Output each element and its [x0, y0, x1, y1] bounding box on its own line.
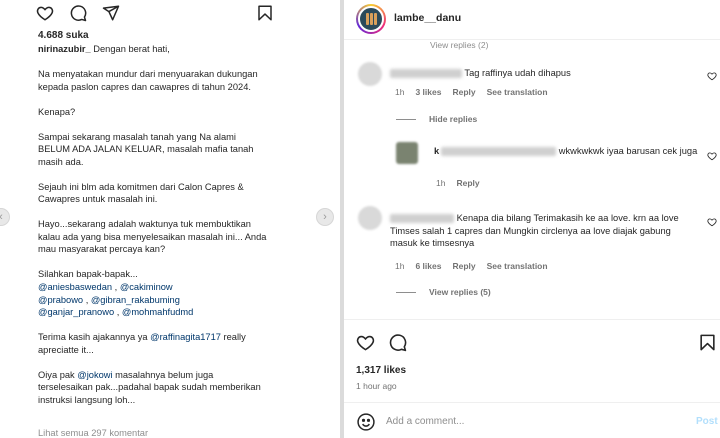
- comment-1-text: Tag raffinya udah dihapus: [464, 68, 571, 78]
- reply-1-text: wkwkwkwk iyaa barusan cek juga: [558, 146, 698, 156]
- caption-username[interactable]: nirinazubir_: [38, 44, 91, 54]
- avatar-image: [358, 6, 384, 32]
- mention-link[interactable]: @raffinagita1717: [150, 332, 221, 342]
- header-username[interactable]: lambe__danu: [394, 12, 461, 24]
- comment-2-body: Kenapa dia bilang Terimakasih ke aa love…: [390, 212, 700, 250]
- caption-paragraph-3: Sampai sekarang masalah tanah yang Na al…: [38, 131, 254, 167]
- caption-mentions-paragraph: Silahkan bapak-bapak... @aniesbaswedan ,…: [38, 268, 270, 318]
- post-caption: nirinazubir_ Dengan berat hati, Na menya…: [38, 43, 270, 419]
- commenter-username-blurred[interactable]: [390, 69, 462, 79]
- mention-link[interactable]: @prabowo: [38, 295, 83, 305]
- mention-link[interactable]: @mohmahfudmd: [122, 307, 193, 317]
- caption-paragraph-1: Na menyatakan mundur dari menyuarakan du…: [38, 68, 258, 92]
- reply-button[interactable]: Reply: [456, 178, 479, 188]
- see-translation-button[interactable]: See translation: [487, 261, 548, 271]
- right-post-panel: lambe__danu View replies (2) Tag raffiny…: [344, 0, 720, 438]
- post-comment-button[interactable]: Post: [696, 416, 718, 427]
- section-divider: [344, 402, 720, 403]
- mention-separator: ,: [112, 282, 120, 293]
- comment-icon[interactable]: [388, 333, 407, 352]
- next-arrow-icon[interactable]: ›: [316, 208, 334, 226]
- mention-link[interactable]: @cakiminow: [120, 282, 173, 292]
- reply-1-body: k wkwkwkwk iyaa barusan cek juga: [434, 145, 706, 158]
- comment-icon[interactable]: [69, 4, 87, 22]
- comment-2-meta: 1h 6 likes Reply See translation: [395, 261, 559, 271]
- bookmark-icon[interactable]: [698, 333, 717, 352]
- bookmark-icon[interactable]: [256, 4, 274, 22]
- see-translation-button[interactable]: See translation: [487, 87, 548, 97]
- comment-likes[interactable]: 3 likes: [415, 87, 441, 97]
- mention-separator: ,: [83, 294, 91, 305]
- mention-link[interactable]: @ganjar_pranowo: [38, 307, 114, 317]
- caption-paragraph-2: Kenapa?: [38, 106, 76, 117]
- comment-like-heart-icon[interactable]: [707, 71, 717, 81]
- comment-like-heart-icon[interactable]: [707, 217, 717, 227]
- reply-time[interactable]: 1h: [436, 178, 445, 188]
- comment-1-body: Tag raffinya udah dihapus: [390, 67, 690, 80]
- heart-icon[interactable]: [36, 4, 54, 22]
- caption-paragraph-6: Silahkan bapak-bapak...: [38, 269, 138, 280]
- thread-line: [396, 292, 416, 293]
- reply-button[interactable]: Reply: [452, 261, 475, 271]
- reply-username[interactable]: k: [434, 146, 439, 156]
- add-comment-input[interactable]: Add a comment...: [386, 416, 464, 427]
- right-action-bar: [356, 333, 720, 353]
- post-header: lambe__danu: [344, 0, 720, 40]
- profile-avatar[interactable]: [356, 4, 386, 34]
- reply-avatar[interactable]: [396, 142, 418, 164]
- reply-like-heart-icon[interactable]: [707, 151, 717, 161]
- caption-paragraph-7: Terima kasih ajakannya ya @raffinagita17…: [38, 331, 270, 356]
- commenter-username-blurred[interactable]: [390, 214, 454, 224]
- post-time[interactable]: 1 hour ago: [356, 381, 397, 391]
- caption-text: Oiya pak: [38, 369, 78, 380]
- reply-username-blurred[interactable]: [441, 147, 557, 157]
- commenter-avatar[interactable]: [358, 206, 382, 230]
- reply-1-meta: 1h Reply: [436, 178, 491, 188]
- view-all-comments-link[interactable]: Lihat semua 297 komentar: [38, 428, 148, 438]
- caption-first-text: Dengan berat hati,: [93, 44, 170, 54]
- heart-icon[interactable]: [356, 333, 375, 352]
- caption-line-1: nirinazubir_ Dengan berat hati,: [38, 43, 270, 56]
- comment-1-meta: 1h 3 likes Reply See translation: [395, 87, 559, 97]
- section-divider: [344, 319, 720, 320]
- caption-paragraph-5: Hayo...sekarang adalah waktunya tuk memb…: [38, 219, 267, 255]
- view-replies-button[interactable]: View replies (5): [429, 287, 491, 297]
- caption-text: Terima kasih ajakannya ya: [38, 332, 151, 343]
- thread-line: [396, 119, 416, 120]
- left-likes-count[interactable]: 4.688 suka: [38, 30, 89, 41]
- commenter-avatar[interactable]: [358, 62, 382, 86]
- view-replies-link-top[interactable]: View replies (2): [430, 40, 488, 50]
- left-action-bar: [36, 4, 276, 24]
- caption-paragraph-8: Oiya pak @jokowi masalahnya belum juga t…: [38, 369, 270, 407]
- comment-likes[interactable]: 6 likes: [415, 261, 441, 271]
- reply-button[interactable]: Reply: [452, 87, 475, 97]
- caption-paragraph-4: Sejauh ini blm ada komitmen dari Calon C…: [38, 181, 244, 205]
- prev-arrow-icon[interactable]: ‹: [0, 208, 10, 226]
- comment-time[interactable]: 1h: [395, 261, 404, 271]
- emoji-icon[interactable]: [356, 412, 376, 432]
- left-post-panel: 4.688 suka nirinazubir_ Dengan berat hat…: [0, 0, 340, 438]
- comment-time[interactable]: 1h: [395, 87, 404, 97]
- mention-separator: ,: [114, 307, 122, 318]
- hide-replies-button[interactable]: Hide replies: [429, 114, 477, 124]
- mention-link[interactable]: @aniesbaswedan: [38, 282, 112, 292]
- right-likes-count[interactable]: 1,317 likes: [356, 365, 406, 376]
- mention-link[interactable]: @jokowi: [77, 370, 112, 380]
- share-icon[interactable]: [102, 4, 120, 22]
- mention-link[interactable]: @gibran_rakabuming: [91, 295, 180, 305]
